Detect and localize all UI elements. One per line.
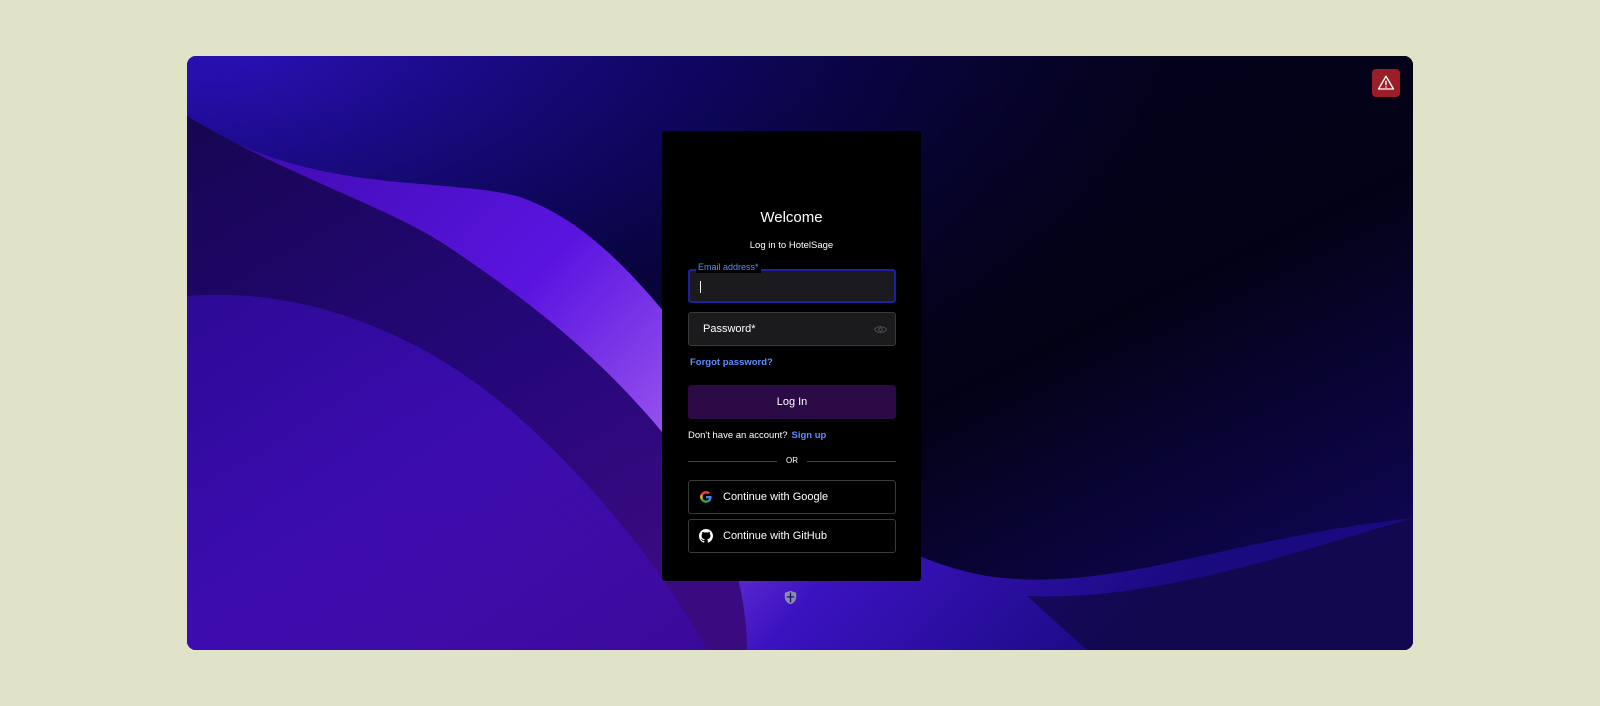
page-title: Welcome: [760, 209, 823, 226]
google-login-button[interactable]: Continue with Google: [688, 480, 896, 514]
github-button-label: Continue with GitHub: [723, 530, 827, 542]
divider-line-right: [807, 461, 896, 462]
signup-link[interactable]: Sign up: [792, 430, 827, 441]
email-label: Email address*: [696, 262, 761, 273]
google-button-label: Continue with Google: [723, 491, 829, 503]
github-icon: [699, 529, 713, 543]
github-login-button[interactable]: Continue with GitHub: [688, 519, 896, 553]
login-screen: Welcome Log in to HotelSage Email addres…: [187, 56, 1413, 650]
text-caret: [700, 281, 701, 293]
signup-row: Don't have an account? Sign up: [688, 430, 826, 441]
page-subtitle: Log in to HotelSage: [749, 240, 834, 251]
email-input[interactable]: [698, 277, 888, 295]
email-field[interactable]: Email address*: [688, 262, 896, 303]
alert-button[interactable]: [1372, 69, 1400, 97]
no-account-text: Don't have an account?: [688, 430, 788, 441]
warning-triangle-icon: [1377, 75, 1395, 90]
eye-icon[interactable]: [874, 324, 887, 335]
login-button[interactable]: Log In: [688, 385, 896, 419]
password-field[interactable]: Password*: [688, 312, 896, 346]
forgot-password-link[interactable]: Forgot password?: [690, 357, 773, 368]
shield-icon: [784, 590, 797, 605]
password-placeholder: Password*: [703, 323, 756, 335]
or-divider: OR: [688, 455, 896, 467]
login-card: Welcome Log in to HotelSage Email addres…: [662, 131, 921, 581]
google-icon: [700, 491, 712, 503]
